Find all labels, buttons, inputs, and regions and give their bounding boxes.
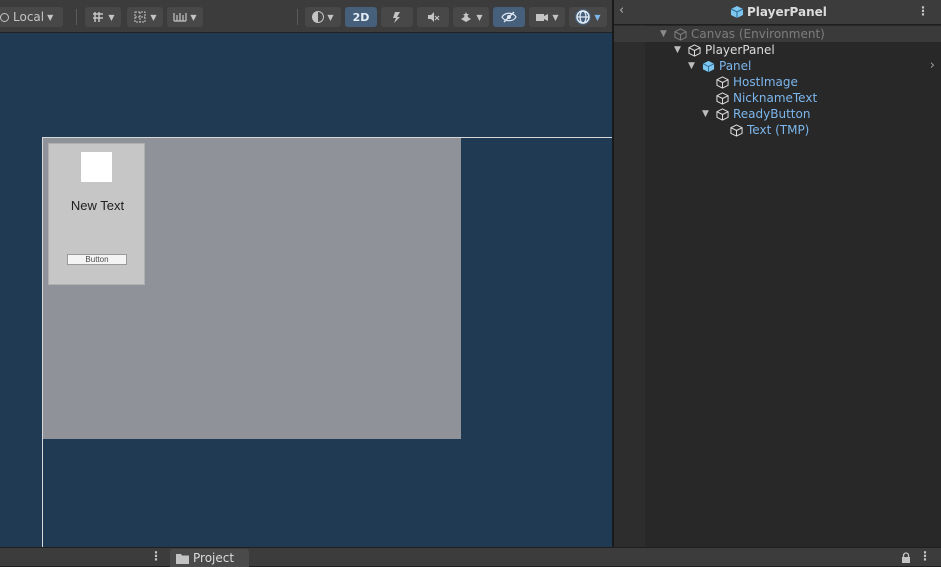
chevron-right-icon[interactable]: › [930,58,935,74]
expand-triangle-icon[interactable]: ▼ [660,26,667,42]
local-axis-icon [0,12,9,22]
hierarchy-header: ‹ PlayerPanel ⋮ [614,0,941,25]
folder-icon [176,553,189,564]
more-options-icon[interactable]: ⋮ [919,549,931,563]
more-options-icon[interactable]: ⋮ [150,549,162,563]
chevron-down-icon: ▼ [190,12,197,22]
grid-snap-icon [93,12,104,22]
expand-triangle-icon[interactable]: ▼ [674,42,681,58]
gizmos-dropdown[interactable]: ▼ [569,7,607,27]
scene-camera-dropdown[interactable]: ▼ [529,7,565,27]
hierarchy-item-label: Text (TMP) [747,123,810,137]
audio-muted-icon [428,12,440,22]
back-chevron-icon[interactable]: ‹ [619,3,624,18]
hierarchy-item-label: NicknameText [733,91,818,105]
grid-visibility-button[interactable]: ▼ [127,7,163,27]
hierarchy-item-hostimage[interactable]: HostImage [614,74,941,90]
pivot-mode-label: Local [13,10,45,24]
chevron-down-icon: ▼ [594,12,601,22]
gameobject-cube-icon [688,44,701,57]
grid-icon [134,11,146,23]
hierarchy-item-playerpanel[interactable]: ▼ PlayerPanel [614,42,941,58]
gameobject-cube-icon [716,76,729,89]
prefab-title: PlayerPanel [747,5,827,19]
more-options-icon[interactable]: ⋮ [917,4,929,18]
scene-visibility-toggle[interactable] [493,7,525,27]
hierarchy-item-readybutton[interactable]: ▼ ReadyButton [614,106,941,122]
lock-icon[interactable] [901,552,911,563]
camera-icon [536,14,549,21]
chevron-down-icon: ▼ [47,12,54,22]
hierarchy-panel: ‹ PlayerPanel ⋮ ▼ Canvas (Environment) ▼… [614,0,941,547]
tab-project-label: Project [193,551,235,565]
prefab-cube-icon [730,6,744,18]
2d-mode-toggle[interactable]: 2D [345,7,377,27]
increment-snap-button[interactable]: ▼ [167,7,203,27]
gameobject-cube-icon [716,92,729,105]
pivot-rotation-dropdown[interactable]: Local ▼ [0,7,63,27]
gizmos-icon [575,9,592,25]
hierarchy-item-text-tmp[interactable]: Text (TMP) [614,122,941,138]
light-bulb-icon [393,12,400,23]
lighting-toggle[interactable] [381,7,413,27]
host-image[interactable] [81,152,112,182]
hierarchy-item-label: ReadyButton [733,107,811,121]
chevron-down-icon: ▼ [150,12,157,22]
toolbar-separator [76,9,77,25]
scene-toolbar: Local ▼ ▼ ▼ ▼ ▼ 2D ▼ ▼ ▼ [0,0,612,33]
hidden-eye-icon [501,11,517,23]
hierarchy-item-label: Canvas (Environment) [691,27,825,41]
hierarchy-item-nicknametext[interactable]: NicknameText [614,90,941,106]
audio-toggle[interactable] [417,7,449,27]
nickname-text[interactable]: New Text [49,198,146,213]
ruler-icon [173,13,188,22]
hierarchy-item-label: Panel [719,59,752,73]
grid-snap-button[interactable]: ▼ [85,7,121,27]
shading-mode-button[interactable]: ▼ [305,7,341,27]
toolbar-separator [297,9,298,25]
hierarchy-item-panel[interactable]: ▼ Panel › [614,58,941,74]
bottom-tab-bar: ⋮ Project ⋮ [0,547,941,567]
chevron-down-icon: ▼ [552,12,559,22]
effects-icon [461,12,472,22]
chevron-down-icon: ▼ [476,12,483,22]
scene-view[interactable]: New Text Button [0,33,612,547]
hierarchy-item-canvas-environment[interactable]: ▼ Canvas (Environment) [614,26,941,42]
player-panel-card[interactable]: New Text Button [48,143,145,285]
prefab-cube-icon [702,60,715,73]
tab-project[interactable]: Project [170,549,249,567]
expand-triangle-icon[interactable]: ▼ [702,106,709,122]
chevron-down-icon: ▼ [108,12,115,22]
expand-triangle-icon[interactable]: ▼ [688,58,695,74]
effects-toggle[interactable]: ▼ [453,7,489,27]
gameobject-cube-icon [674,28,687,41]
chevron-down-icon: ▼ [327,12,334,22]
hierarchy-item-label: PlayerPanel [705,43,775,57]
shading-sphere-icon [312,11,325,23]
gameobject-cube-icon [730,124,743,137]
gameobject-cube-icon [716,108,729,121]
hierarchy-item-label: HostImage [733,75,798,89]
ready-button[interactable]: Button [67,254,127,265]
